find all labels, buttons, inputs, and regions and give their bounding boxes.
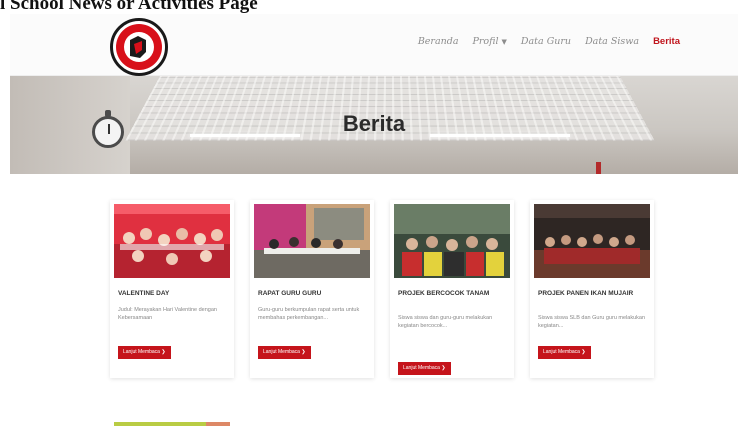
nav-beranda[interactable]: Beranda bbox=[418, 36, 459, 47]
read-more-button[interactable]: Lanjut Membaca ❯ bbox=[258, 346, 311, 359]
navbar: Beranda Profil ▼ Data Guru Data Siswa Ber… bbox=[10, 14, 738, 76]
nav-data-guru[interactable]: Data Guru bbox=[521, 36, 571, 47]
news-card-excerpt: Siswa siswa SLB dan Guru guru melakukan … bbox=[538, 315, 645, 329]
hero-decoration bbox=[596, 162, 601, 174]
news-card-excerpt: Judul: Merayakan Hari Valentine dengan K… bbox=[118, 307, 217, 321]
news-card-partial[interactable] bbox=[114, 422, 230, 426]
nav-data-siswa[interactable]: Data Siswa bbox=[585, 36, 639, 47]
news-card-excerpt: Guru-guru berkumpulan rapat serta untuk … bbox=[258, 307, 360, 321]
news-card[interactable]: RAPAT GURU GURU Guru-guru berkumpulan ra… bbox=[250, 200, 374, 378]
news-card[interactable]: PROJEK BERCOCOK TANAM Siswa siswa dan gu… bbox=[390, 200, 514, 378]
nav-berita[interactable]: Berita bbox=[653, 36, 680, 47]
news-card-title: RAPAT GURU GURU bbox=[258, 290, 322, 297]
news-card-image[interactable] bbox=[114, 204, 230, 278]
document-title: l School News or Activities Page bbox=[0, 0, 258, 13]
hero-banner: Berita bbox=[10, 76, 738, 174]
read-more-button[interactable]: Lanjut Membaca ❯ bbox=[538, 346, 591, 359]
page-title: Berita bbox=[342, 111, 406, 136]
news-card-image[interactable] bbox=[394, 204, 510, 278]
news-card-title: PROJEK PANEN IKAN MUJAIR bbox=[538, 290, 634, 297]
school-logo[interactable] bbox=[110, 18, 168, 76]
news-card-excerpt: Siswa siswa dan guru-guru melakukan kegi… bbox=[398, 315, 493, 329]
news-card[interactable]: VALENTINE DAY Judul: Merayakan Hari Vale… bbox=[110, 200, 234, 378]
news-card-title: PROJEK BERCOCOK TANAM bbox=[398, 290, 490, 297]
nav-profil-label: Profil bbox=[472, 36, 499, 47]
main-nav: Beranda Profil ▼ Data Guru Data Siswa Ber… bbox=[418, 36, 680, 47]
chevron-down-icon: ▼ bbox=[501, 38, 507, 46]
read-more-button[interactable]: Lanjut Membaca ❯ bbox=[398, 362, 451, 375]
read-more-button[interactable]: Lanjut Membaca ❯ bbox=[118, 346, 171, 359]
news-card[interactable]: PROJEK PANEN IKAN MUJAIR Siswa siswa SLB… bbox=[530, 200, 654, 378]
news-card-image[interactable] bbox=[254, 204, 370, 278]
news-card-title: VALENTINE DAY bbox=[118, 290, 170, 297]
nav-profil[interactable]: Profil ▼ bbox=[472, 36, 506, 47]
logo-emblem-icon bbox=[116, 24, 162, 70]
news-card-image[interactable] bbox=[534, 204, 650, 278]
